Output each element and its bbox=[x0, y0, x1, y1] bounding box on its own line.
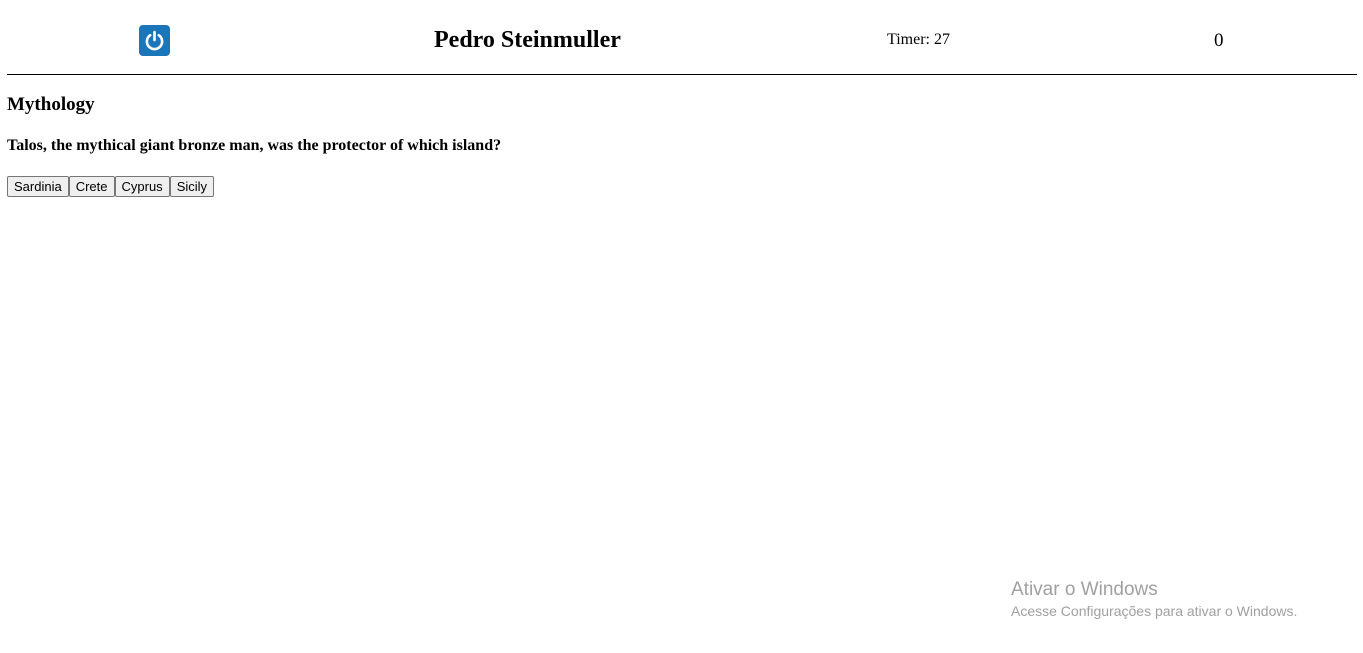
answer-button-crete[interactable]: Crete bbox=[68, 176, 115, 197]
power-icon bbox=[143, 29, 166, 52]
watermark-subtitle: Acesse Configurações para ativar o Windo… bbox=[1011, 603, 1298, 619]
question-text: Talos, the mythical giant bronze man, wa… bbox=[7, 137, 502, 154]
logout-button[interactable] bbox=[139, 25, 170, 56]
answer-button-cyprus[interactable]: Cyprus bbox=[114, 176, 170, 197]
timer: Timer: 27 bbox=[887, 31, 950, 48]
answer-options: Sardinia Crete Cyprus Sicily bbox=[7, 176, 215, 197]
player-name: Pedro Steinmuller bbox=[434, 27, 621, 53]
header-bar: Pedro Steinmuller Timer: 27 0 bbox=[7, 0, 1357, 75]
score: 0 bbox=[1214, 30, 1224, 51]
question-category: Mythology bbox=[7, 94, 95, 115]
windows-activation-watermark: Ativar o Windows Acesse Configurações pa… bbox=[1011, 579, 1297, 620]
answer-button-sicily[interactable]: Sicily bbox=[169, 176, 215, 197]
answer-button-sardinia[interactable]: Sardinia bbox=[7, 176, 69, 197]
watermark-title: Ativar o Windows bbox=[1011, 579, 1158, 600]
